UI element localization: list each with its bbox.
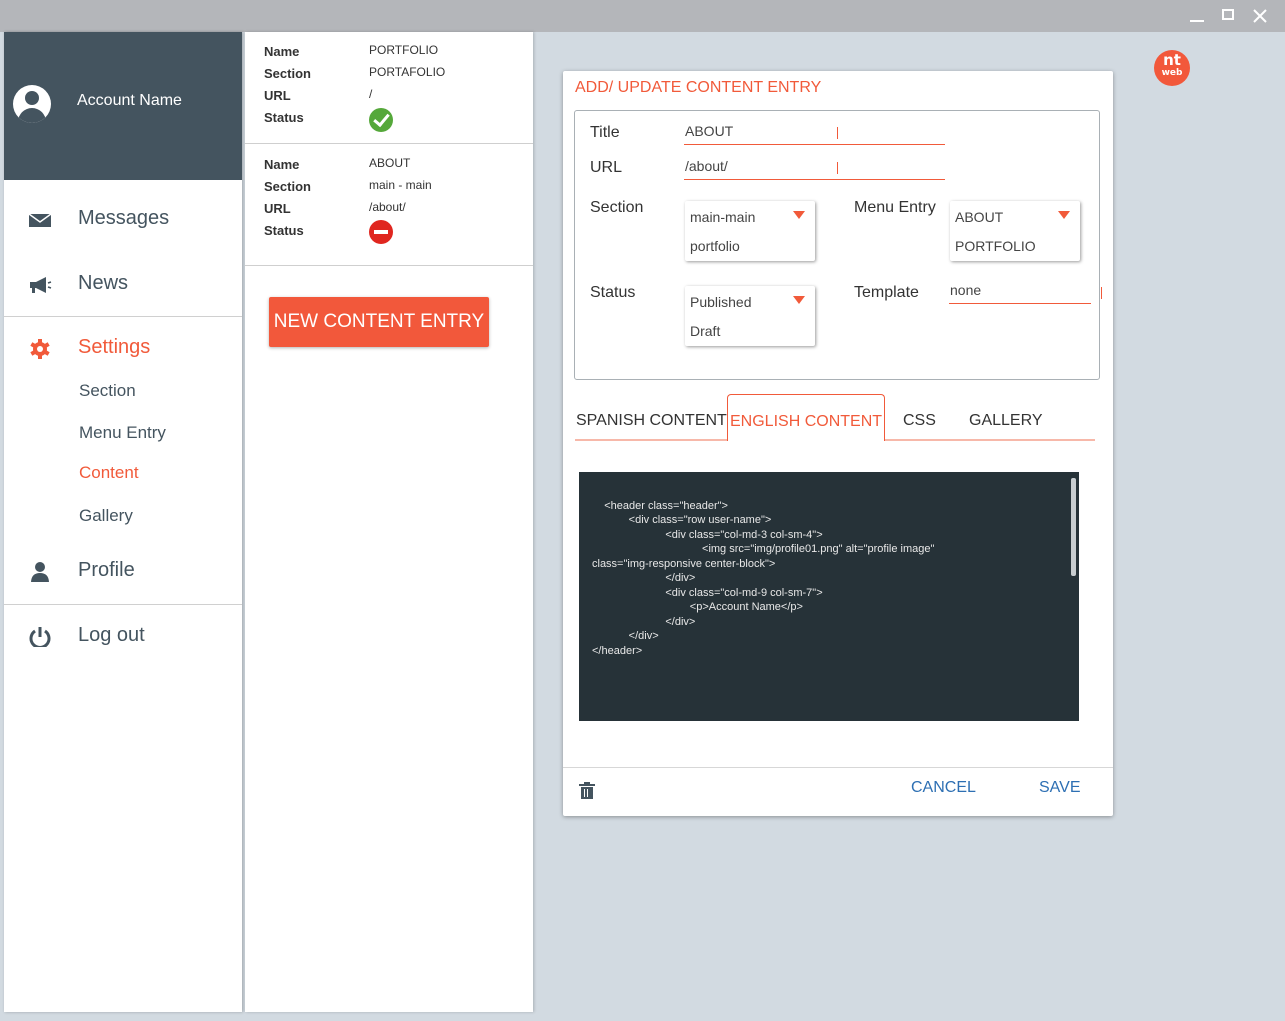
sidebar-subitem-content[interactable]: Content (79, 463, 139, 483)
tab-gallery[interactable]: GALLERY (969, 412, 1043, 430)
account-header[interactable]: Account Name (4, 32, 242, 180)
chevron-down-icon (793, 211, 805, 219)
sidebar-item-label: Profile (78, 559, 135, 581)
new-content-entry-button[interactable]: NEW CONTENT ENTRY (269, 297, 489, 347)
section-select[interactable]: main-main portfolio (685, 201, 815, 261)
close-button[interactable] (1249, 6, 1271, 26)
tab-english-content[interactable]: ENGLISH CONTENT (727, 394, 886, 441)
sidebar-item-profile[interactable]: Profile (4, 552, 242, 592)
sidebar-subitem-menu-entry[interactable]: Menu Entry (79, 423, 166, 443)
person-icon (31, 562, 49, 582)
power-icon (29, 627, 51, 647)
template-input[interactable]: none (949, 280, 1091, 304)
url-value: / (369, 87, 373, 101)
content-tabs: SPANISH CONTENT ENGLISH CONTENT CSS GALL… (575, 394, 1095, 441)
section-label: Section (264, 179, 311, 194)
status-label: Status (590, 284, 636, 301)
scrollbar[interactable] (1071, 478, 1076, 576)
content-list: Name PORTFOLIO Section PORTAFOLIO URL / … (245, 32, 533, 1012)
cancel-button[interactable]: CANCEL (911, 779, 976, 797)
sidebar-subitem-section[interactable]: Section (79, 381, 136, 401)
sidebar-item-label: News (78, 272, 129, 294)
url-input[interactable]: /about/ (684, 156, 945, 180)
status-label: Status (264, 110, 304, 125)
window-titlebar (0, 0, 1285, 32)
divider (245, 143, 533, 144)
sidebar-item-label: Messages (78, 207, 170, 229)
sidebar-subitem-gallery[interactable]: Gallery (79, 506, 133, 526)
minimize-button[interactable] (1186, 6, 1208, 26)
sidebar-item-label: Settings (78, 336, 151, 358)
select-option[interactable]: ABOUT (955, 209, 1003, 225)
close-icon (1253, 9, 1267, 23)
text-cursor (837, 162, 838, 174)
gear-icon (30, 339, 50, 359)
code-editor[interactable]: <header class="header"> <div class="row … (579, 472, 1079, 721)
entry-form: Title ABOUT URL /about/ Section main-mai… (574, 110, 1102, 380)
section-label: Section (590, 199, 644, 216)
url-label: URL (264, 201, 291, 216)
select-option[interactable]: Published (690, 294, 752, 310)
status-select[interactable]: Published Draft (685, 286, 815, 346)
name-label: Name (264, 44, 300, 59)
tab-css[interactable]: CSS (903, 412, 936, 430)
envelope-icon (28, 213, 52, 227)
code-text[interactable]: <header class="header"> <div class="row … (592, 500, 934, 657)
blocked-icon (369, 220, 393, 244)
divider (563, 767, 1113, 768)
select-option[interactable]: main-main (690, 209, 755, 225)
section-value: PORTAFOLIO (369, 65, 446, 79)
megaphone-icon (30, 277, 52, 293)
check-icon (369, 108, 393, 132)
sidebar-item-news[interactable]: News (4, 265, 242, 305)
maximize-icon (1222, 9, 1234, 20)
sidebar-item-label: Log out (78, 624, 145, 646)
menu-entry-label: Menu Entry (854, 199, 936, 216)
account-name: Account Name (77, 92, 182, 109)
menu-entry-select[interactable]: ABOUT PORTFOLIO (950, 201, 1080, 261)
brand-logo: nt web (1154, 50, 1190, 86)
select-option[interactable]: PORTFOLIO (955, 238, 1036, 254)
name-label: Name (264, 157, 300, 172)
chevron-down-icon (1058, 211, 1070, 219)
dialog-title: ADD/ UPDATE CONTENT ENTRY (575, 79, 822, 96)
text-cursor (1101, 287, 1102, 299)
divider (4, 604, 242, 605)
name-value: PORTFOLIO (369, 43, 439, 57)
section-value: main - main (369, 178, 432, 192)
trash-icon[interactable] (579, 782, 595, 800)
divider (4, 316, 242, 317)
sidebar-item-logout[interactable]: Log out (4, 617, 242, 657)
tab-spanish-content[interactable]: SPANISH CONTENT (576, 412, 727, 430)
text-cursor (837, 127, 838, 139)
select-option[interactable]: portfolio (690, 238, 740, 254)
divider (245, 265, 533, 266)
url-value: /about/ (369, 200, 406, 214)
select-option[interactable]: Draft (690, 323, 720, 339)
section-label: Section (264, 66, 311, 81)
url-label: URL (590, 159, 623, 176)
avatar-icon (13, 85, 51, 123)
save-button[interactable]: SAVE (1039, 779, 1081, 797)
content-entry-dialog: ADD/ UPDATE CONTENT ENTRY Title ABOUT UR… (563, 71, 1113, 816)
sidebar: Account Name Messages News Settings Sect… (4, 32, 242, 1012)
status-label: Status (264, 223, 304, 238)
minimize-icon (1190, 20, 1204, 22)
template-label: Template (854, 284, 919, 301)
name-value: ABOUT (369, 156, 411, 170)
maximize-button[interactable] (1217, 6, 1239, 26)
title-input[interactable]: ABOUT (684, 121, 945, 145)
sidebar-item-messages[interactable]: Messages (4, 200, 242, 240)
chevron-down-icon (793, 296, 805, 304)
title-label: Title (590, 124, 620, 141)
sidebar-item-settings[interactable]: Settings (4, 329, 242, 369)
url-label: URL (264, 88, 291, 103)
